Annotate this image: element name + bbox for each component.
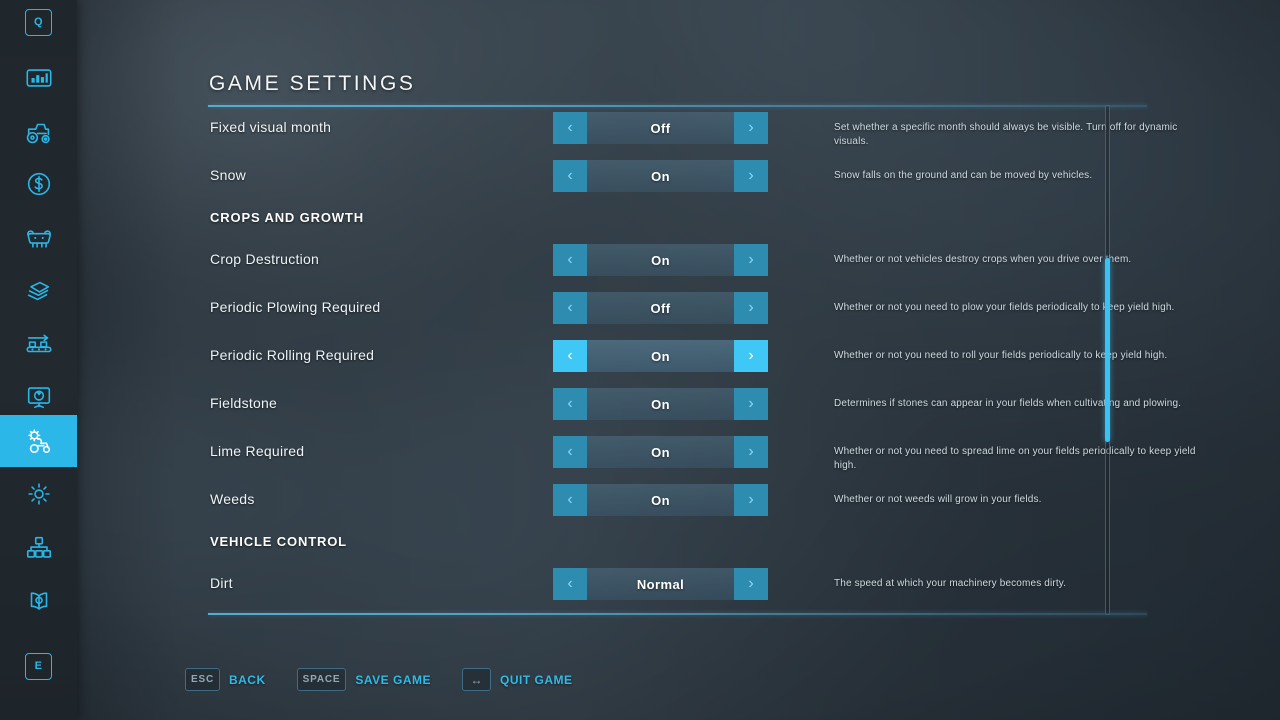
chevron-right-icon[interactable]: › xyxy=(734,160,768,192)
conveyor-icon xyxy=(24,329,54,359)
setting-fixed-visual-month-description: Set whether a specific month should alwa… xyxy=(834,122,1178,147)
section-vehicle-control: VEHICLE CONTROL xyxy=(210,534,347,549)
setting-crop-destruction-label: Crop Destruction xyxy=(210,251,320,267)
setting-lime-required-stepper[interactable]: ‹ On › xyxy=(553,436,768,468)
hint-save-game[interactable]: SPACE SAVE GAME xyxy=(296,668,431,691)
setting-crop-destruction-description: Whether or not vehicles destroy crops wh… xyxy=(834,254,1132,265)
setting-fixed-visual-month-stepper[interactable]: ‹ Off › xyxy=(553,112,768,144)
bar-chart-icon xyxy=(24,63,54,93)
chevron-right-icon[interactable]: › xyxy=(734,568,768,600)
gear-icon xyxy=(24,479,54,509)
documents-icon xyxy=(24,276,54,306)
cow-icon xyxy=(24,222,54,252)
hint-back[interactable]: ESC BACK xyxy=(185,668,266,691)
setting-crop-destruction-value: On xyxy=(651,252,670,268)
sidebar-item-quick-menu[interactable]: Q xyxy=(0,0,77,48)
help-book-icon xyxy=(24,586,54,616)
setting-periodic-rolling-required-description: Whether or not you need to roll your fie… xyxy=(834,350,1168,361)
hint-quit-game[interactable]: ↔ QUIT GAME xyxy=(461,668,573,691)
setting-dirt-description: The speed at which your machinery become… xyxy=(834,578,1067,589)
chevron-left-icon[interactable]: ‹ xyxy=(553,340,587,372)
dollar-coin-icon xyxy=(24,169,54,199)
main-content: GAME SETTINGS Fixed visual month ‹ Off › Set… xyxy=(77,0,1280,720)
chevron-left-icon[interactable]: ‹ xyxy=(553,160,587,192)
setting-weeds-description: Whether or not weeds will grow in your f… xyxy=(834,494,1042,505)
arrow-key-icon: ↔ xyxy=(461,668,491,691)
setting-snow-stepper[interactable]: ‹ On › xyxy=(553,160,768,192)
sidebar-item-game-settings[interactable] xyxy=(0,415,77,467)
setting-lime-required-label: Lime Required xyxy=(210,443,305,459)
setting-lime-required-description: Whether or not you need to spread lime o… xyxy=(834,446,1196,471)
setting-lime-required-value: On xyxy=(651,444,670,460)
setting-dirt-value: Normal xyxy=(636,576,685,592)
sidebar-item-exit[interactable]: E xyxy=(0,640,77,692)
chevron-left-icon[interactable]: ‹ xyxy=(553,484,587,516)
setting-periodic-rolling-required-value: On xyxy=(651,348,670,364)
setting-periodic-rolling-required-stepper[interactable]: ‹ On › xyxy=(553,340,768,372)
presentation-icon xyxy=(24,382,54,412)
hint-quit-game-label: QUIT GAME xyxy=(499,672,573,687)
chevron-right-icon[interactable]: › xyxy=(734,388,768,420)
setting-periodic-plowing-required-label: Periodic Plowing Required xyxy=(210,299,381,315)
setting-weeds-stepper[interactable]: ‹ On › xyxy=(553,484,768,516)
chevron-right-icon[interactable]: › xyxy=(734,340,768,372)
setting-snow-value: On xyxy=(651,168,670,184)
key-cap: SPACE xyxy=(296,668,347,691)
chevron-right-icon[interactable]: › xyxy=(734,112,768,144)
settings-list: Fixed visual month ‹ Off › Set whether a spe… xyxy=(208,108,1213,612)
sidebar: QE xyxy=(0,0,77,720)
chevron-right-icon[interactable]: › xyxy=(734,436,768,468)
header-divider xyxy=(208,105,1147,107)
setting-fieldstone-label: Fieldstone xyxy=(210,395,278,411)
chevron-right-icon[interactable]: › xyxy=(734,292,768,324)
chevron-right-icon[interactable]: › xyxy=(734,484,768,516)
sidebar-item-contracts[interactable] xyxy=(0,265,77,317)
sidebar-item-production[interactable] xyxy=(0,318,77,370)
setting-snow-description: Snow falls on the ground and can be move… xyxy=(834,170,1093,181)
sidebar-item-general-settings[interactable] xyxy=(0,468,77,520)
setting-periodic-rolling-required-label: Periodic Rolling Required xyxy=(210,347,375,363)
scrollbar[interactable] xyxy=(1103,105,1112,615)
setting-crop-destruction-stepper[interactable]: ‹ On › xyxy=(553,244,768,276)
sidebar-item-vehicles[interactable] xyxy=(0,106,77,158)
sidebar-item-multiplayer[interactable] xyxy=(0,522,77,574)
key-hint-bar: ESC BACK SPACE SAVE GAME ↔ QUIT GAME xyxy=(185,668,603,691)
footer-divider xyxy=(208,613,1147,615)
chevron-left-icon[interactable]: ‹ xyxy=(553,112,587,144)
setting-weeds-value: On xyxy=(651,492,670,508)
sidebar-item-animals[interactable] xyxy=(0,211,77,263)
setting-dirt-stepper[interactable]: ‹ Normal › xyxy=(553,568,768,600)
sidebar-item-finances[interactable] xyxy=(0,158,77,210)
key-cap: ESC xyxy=(185,668,220,691)
tractor-icon xyxy=(24,117,54,147)
setting-snow-label: Snow xyxy=(210,167,247,183)
chevron-left-icon[interactable]: ‹ xyxy=(553,388,587,420)
setting-periodic-plowing-required-stepper[interactable]: ‹ Off › xyxy=(553,292,768,324)
setting-periodic-plowing-required-description: Whether or not you need to plow your fie… xyxy=(834,302,1175,313)
q-key-icon: Q xyxy=(25,8,52,36)
section-crops-and-growth: CROPS AND GROWTH xyxy=(210,210,364,225)
chevron-left-icon[interactable]: ‹ xyxy=(553,568,587,600)
chevron-left-icon[interactable]: ‹ xyxy=(553,244,587,276)
page-title: GAME SETTINGS xyxy=(209,72,416,95)
chevron-left-icon[interactable]: ‹ xyxy=(553,436,587,468)
setting-fixed-visual-month-label: Fixed visual month xyxy=(210,119,332,135)
setting-weeds-label: Weeds xyxy=(210,491,255,507)
e-key-icon: E xyxy=(25,652,52,680)
setting-fieldstone-value: On xyxy=(651,396,670,412)
sidebar-item-statistics[interactable] xyxy=(0,52,77,104)
setting-fieldstone-stepper[interactable]: ‹ On › xyxy=(553,388,768,420)
chevron-left-icon[interactable]: ‹ xyxy=(553,292,587,324)
gear-tractor-icon xyxy=(24,426,54,456)
scrollbar-thumb[interactable] xyxy=(1105,258,1110,442)
setting-dirt-label: Dirt xyxy=(210,575,233,591)
network-nodes-icon xyxy=(24,533,54,563)
hint-back-label: BACK xyxy=(228,672,266,687)
chevron-right-icon[interactable]: › xyxy=(734,244,768,276)
sidebar-item-help[interactable] xyxy=(0,575,77,627)
setting-fixed-visual-month-value: Off xyxy=(650,120,671,136)
setting-periodic-plowing-required-value: Off xyxy=(650,300,671,316)
setting-fieldstone-description: Determines if stones can appear in your … xyxy=(834,398,1182,409)
hint-save-game-label: SAVE GAME xyxy=(355,672,431,687)
